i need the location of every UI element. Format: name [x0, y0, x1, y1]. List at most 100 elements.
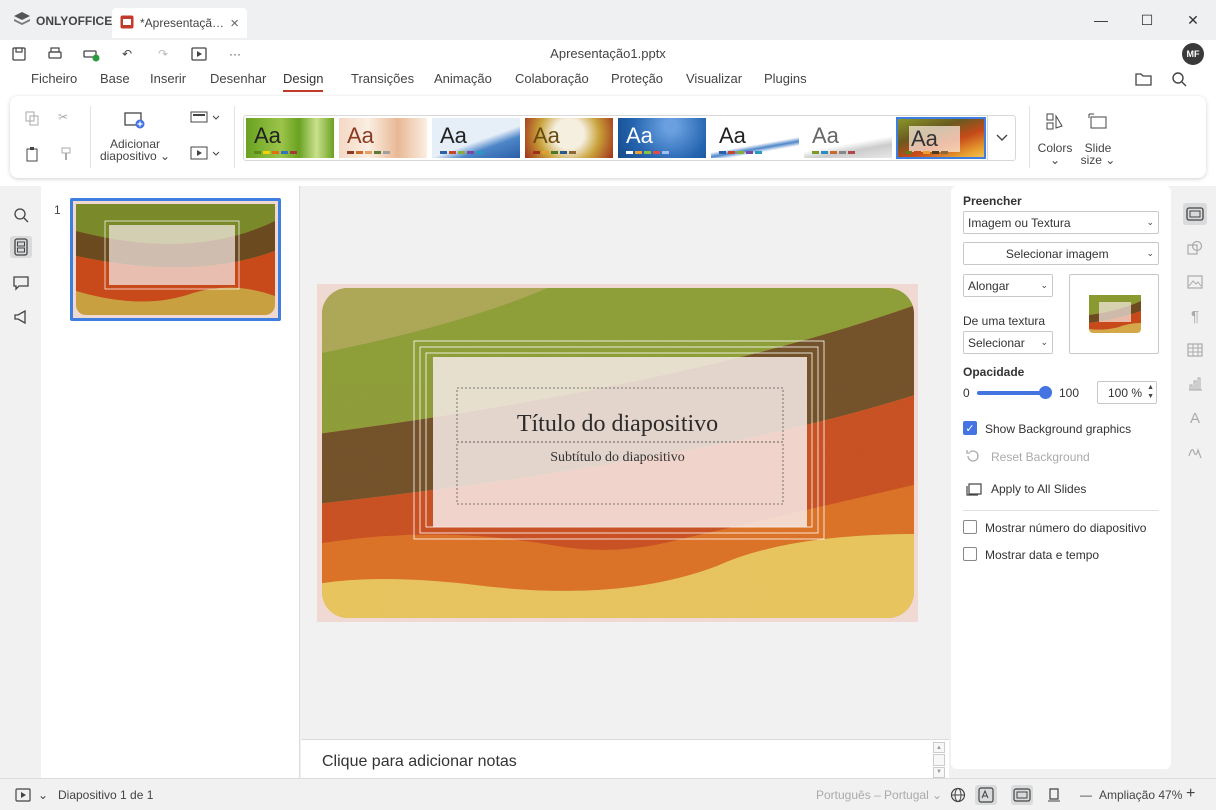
- chevron-down-icon: ⌄: [1040, 337, 1048, 347]
- image-settings-icon[interactable]: [1183, 271, 1207, 293]
- stretch-dropdown[interactable]: Alongar ⌄: [963, 274, 1053, 297]
- notes-placeholder[interactable]: Clique para adicionar notas: [322, 753, 517, 771]
- comments-icon[interactable]: [10, 272, 32, 294]
- scroll-up-arrow[interactable]: ▲: [933, 742, 945, 754]
- scroll-down-arrow[interactable]: ▼: [933, 766, 945, 778]
- show-date-time-label[interactable]: Mostrar data e tempo: [985, 548, 1099, 562]
- fill-type-dropdown[interactable]: Imagem ou Textura ⌄: [963, 211, 1159, 234]
- theme-item[interactable]: Aa: [246, 118, 334, 158]
- show-bg-graphics-label[interactable]: Show Background graphics: [985, 422, 1131, 436]
- theme-item[interactable]: Aa: [618, 118, 706, 158]
- slide[interactable]: Título do diapositivo Subtítulo do diapo…: [317, 284, 918, 622]
- right-sidebar: ¶ A: [1175, 186, 1216, 778]
- slide-subtitle[interactable]: Subtítulo do diapositivo: [317, 450, 918, 466]
- add-slide-button[interactable]: Adicionar diapositivo ⌄: [96, 110, 174, 162]
- opacity-min: 0: [963, 386, 970, 400]
- opacity-input[interactable]: 100 % ▲ ▼: [1097, 381, 1157, 404]
- tab-home[interactable]: Base: [100, 71, 130, 90]
- paragraph-settings-icon[interactable]: ¶: [1183, 305, 1207, 327]
- tab-transitions[interactable]: Transições: [351, 71, 414, 90]
- ribbon-area: ✂ Adicionar diapositivo ⌄ Aa Aa Aa Aa Aa…: [0, 94, 1216, 186]
- notes-pane[interactable]: Clique para adicionar notas ▲ ▼: [301, 739, 949, 778]
- onlyoffice-logo-icon: [14, 12, 30, 29]
- slides-icon[interactable]: [10, 236, 32, 258]
- close-tab-icon[interactable]: ×: [230, 15, 239, 32]
- slideshow-start-icon[interactable]: [12, 785, 34, 805]
- theme-item[interactable]: Aa: [525, 118, 613, 158]
- tab-animation[interactable]: Animação: [434, 71, 492, 90]
- cut-icon[interactable]: ✂: [58, 110, 68, 124]
- chevron-down-icon: [996, 131, 1008, 145]
- tab-protection[interactable]: Proteção: [611, 71, 663, 90]
- maximize-icon[interactable]: ☐: [1124, 0, 1170, 40]
- tab-view[interactable]: Visualizar: [686, 71, 742, 90]
- apply-to-all-slides-button[interactable]: Apply to All Slides: [991, 482, 1086, 496]
- tab-file[interactable]: Ficheiro: [31, 71, 77, 90]
- texture-dropdown[interactable]: Selecionar ⌄: [963, 331, 1053, 354]
- tab-design[interactable]: Design: [283, 71, 324, 92]
- minimize-icon[interactable]: —: [1078, 0, 1124, 40]
- tab-collaboration[interactable]: Colaboração: [515, 71, 589, 90]
- stretch-value: Alongar: [968, 278, 1010, 293]
- color-scheme-icon: [1045, 112, 1065, 134]
- fit-to-slide-icon[interactable]: [1011, 785, 1033, 805]
- user-avatar[interactable]: MF: [1182, 43, 1204, 65]
- spinner-arrows-icon[interactable]: ▲ ▼: [1147, 383, 1154, 401]
- change-layout-icon[interactable]: [190, 110, 220, 127]
- open-file-location-icon[interactable]: [1135, 71, 1153, 90]
- zoom-in-icon[interactable]: +: [1186, 785, 1195, 803]
- theme-gallery-expand-button[interactable]: [987, 116, 1015, 160]
- slide-settings-icon[interactable]: [1183, 203, 1207, 225]
- show-bg-graphics-checkbox[interactable]: ✓: [963, 421, 977, 435]
- slideshow-options-icon[interactable]: [190, 146, 220, 163]
- table-settings-icon[interactable]: [1183, 339, 1207, 361]
- slide-size-button[interactable]: Slide size ⌄: [1080, 112, 1116, 166]
- search-icon[interactable]: [10, 204, 32, 226]
- zoom-out-icon[interactable]: —: [1080, 788, 1092, 802]
- theme-item-selected[interactable]: Aa: [896, 117, 986, 159]
- slide-title[interactable]: Título do diapositivo: [317, 411, 918, 438]
- chevron-down-icon[interactable]: ⌄: [38, 788, 48, 802]
- theme-item[interactable]: Aa: [432, 118, 520, 158]
- search-icon[interactable]: [1171, 71, 1187, 90]
- theme-item[interactable]: Aa: [804, 118, 892, 158]
- presentation-icon: [120, 15, 134, 32]
- document-tab[interactable]: *Apresentaçã… ×: [112, 8, 247, 38]
- fit-to-width-icon[interactable]: [1043, 785, 1065, 805]
- close-window-icon[interactable]: ✕: [1170, 0, 1216, 40]
- language-label[interactable]: Português – Portugal: [816, 788, 929, 802]
- text-art-settings-icon[interactable]: A: [1183, 407, 1207, 429]
- reset-background-button[interactable]: Reset Background: [991, 450, 1090, 464]
- opacity-slider-track[interactable]: [977, 391, 1045, 395]
- notes-scrollbar[interactable]: ▲ ▼: [933, 742, 945, 778]
- copy-icon[interactable]: [24, 110, 40, 129]
- tab-plugins[interactable]: Plugins: [764, 71, 807, 90]
- show-slide-number-label[interactable]: Mostrar número do diapositivo: [985, 521, 1146, 535]
- show-slide-number-checkbox[interactable]: [963, 520, 977, 534]
- scroll-track[interactable]: [933, 754, 945, 766]
- globe-icon[interactable]: [947, 785, 969, 805]
- chevron-down-icon[interactable]: ⌄: [932, 788, 942, 802]
- show-date-time-checkbox[interactable]: [963, 547, 977, 561]
- select-image-button[interactable]: Selecionar imagem ⌄: [963, 242, 1159, 265]
- announcement-icon[interactable]: [10, 306, 32, 328]
- tab-insert[interactable]: Inserir: [150, 71, 186, 90]
- signature-settings-icon[interactable]: [1183, 441, 1207, 463]
- colors-button[interactable]: Colors ⌄: [1036, 112, 1074, 166]
- ribbon-separator: [234, 106, 235, 168]
- opacity-slider-handle[interactable]: [1039, 386, 1052, 399]
- chart-settings-icon[interactable]: [1183, 373, 1207, 395]
- quick-access-bar: ↶ ↷ ··· Apresentação1.pptx MF: [0, 40, 1216, 68]
- add-slide-icon: [124, 110, 146, 132]
- spell-check-icon[interactable]: [975, 785, 997, 805]
- status-bar: ⌄ Diapositivo 1 de 1 Português – Portuga…: [0, 778, 1216, 810]
- shape-settings-icon[interactable]: [1183, 237, 1207, 259]
- paste-icon[interactable]: [24, 146, 40, 165]
- colors-label: Colors: [1037, 141, 1073, 155]
- format-painter-icon[interactable]: [58, 146, 74, 165]
- tab-draw[interactable]: Desenhar: [210, 71, 266, 90]
- theme-item[interactable]: Aa: [711, 118, 799, 158]
- zoom-level: Ampliação 47%: [1099, 788, 1183, 802]
- theme-item[interactable]: Aa: [339, 118, 427, 158]
- slide-thumbnail[interactable]: [70, 198, 281, 321]
